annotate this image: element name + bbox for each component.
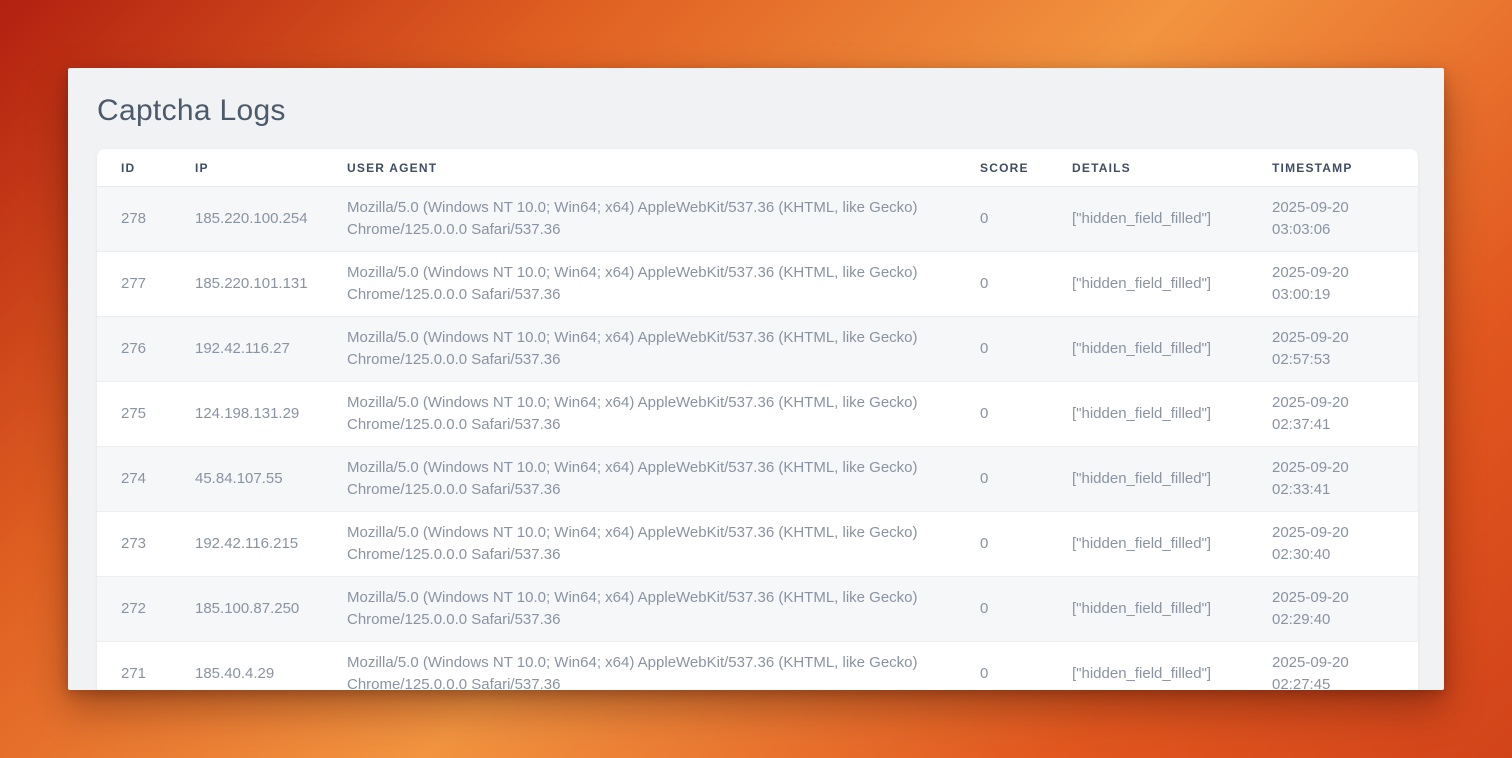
table-row: 271 185.40.4.29 Mozilla/5.0 (Windows NT … (97, 642, 1418, 691)
cell-id: 271 (97, 642, 171, 691)
cell-user-agent: Mozilla/5.0 (Windows NT 10.0; Win64; x64… (323, 577, 956, 642)
table-header: ID IP USER AGENT SCORE DETAILS TIMESTAMP (97, 149, 1418, 187)
cell-ip: 185.220.100.254 (171, 187, 323, 252)
cell-score: 0 (956, 187, 1048, 252)
logs-table: ID IP USER AGENT SCORE DETAILS TIMESTAMP… (97, 149, 1418, 690)
table-row: 273 192.42.116.215 Mozilla/5.0 (Windows … (97, 512, 1418, 577)
logs-table-container: ID IP USER AGENT SCORE DETAILS TIMESTAMP… (97, 149, 1418, 690)
table-row: 277 185.220.101.131 Mozilla/5.0 (Windows… (97, 252, 1418, 317)
cell-id: 277 (97, 252, 171, 317)
cell-user-agent: Mozilla/5.0 (Windows NT 10.0; Win64; x64… (323, 317, 956, 382)
column-header-ip: IP (171, 149, 323, 187)
captcha-logs-card: Captcha Logs ID IP USER AGENT SCORE DETA… (68, 68, 1444, 690)
cell-ip: 185.220.101.131 (171, 252, 323, 317)
cell-ip: 192.42.116.215 (171, 512, 323, 577)
cell-details: ["hidden_field_filled"] (1048, 642, 1248, 691)
cell-score: 0 (956, 512, 1048, 577)
cell-details: ["hidden_field_filled"] (1048, 577, 1248, 642)
cell-id: 276 (97, 317, 171, 382)
table-row: 278 185.220.100.254 Mozilla/5.0 (Windows… (97, 187, 1418, 252)
cell-details: ["hidden_field_filled"] (1048, 512, 1248, 577)
column-header-score: SCORE (956, 149, 1048, 187)
page-title: Captcha Logs (68, 68, 1444, 149)
cell-timestamp: 2025-09-20 02:33:41 (1248, 447, 1418, 512)
cell-ip: 192.42.116.27 (171, 317, 323, 382)
cell-score: 0 (956, 577, 1048, 642)
cell-id: 272 (97, 577, 171, 642)
cell-user-agent: Mozilla/5.0 (Windows NT 10.0; Win64; x64… (323, 642, 956, 691)
cell-details: ["hidden_field_filled"] (1048, 252, 1248, 317)
cell-details: ["hidden_field_filled"] (1048, 187, 1248, 252)
table-row: 274 45.84.107.55 Mozilla/5.0 (Windows NT… (97, 447, 1418, 512)
cell-score: 0 (956, 382, 1048, 447)
cell-timestamp: 2025-09-20 02:30:40 (1248, 512, 1418, 577)
cell-timestamp: 2025-09-20 02:27:45 (1248, 642, 1418, 691)
cell-ip: 185.40.4.29 (171, 642, 323, 691)
column-header-details: DETAILS (1048, 149, 1248, 187)
cell-details: ["hidden_field_filled"] (1048, 447, 1248, 512)
cell-details: ["hidden_field_filled"] (1048, 317, 1248, 382)
cell-timestamp: 2025-09-20 03:03:06 (1248, 187, 1418, 252)
cell-ip: 124.198.131.29 (171, 382, 323, 447)
cell-id: 275 (97, 382, 171, 447)
cell-ip: 45.84.107.55 (171, 447, 323, 512)
cell-id: 278 (97, 187, 171, 252)
cell-score: 0 (956, 447, 1048, 512)
cell-timestamp: 2025-09-20 02:29:40 (1248, 577, 1418, 642)
cell-score: 0 (956, 317, 1048, 382)
column-header-user-agent: USER AGENT (323, 149, 956, 187)
table-row: 272 185.100.87.250 Mozilla/5.0 (Windows … (97, 577, 1418, 642)
cell-details: ["hidden_field_filled"] (1048, 382, 1248, 447)
cell-timestamp: 2025-09-20 02:57:53 (1248, 317, 1418, 382)
cell-timestamp: 2025-09-20 03:00:19 (1248, 252, 1418, 317)
cell-user-agent: Mozilla/5.0 (Windows NT 10.0; Win64; x64… (323, 512, 956, 577)
cell-user-agent: Mozilla/5.0 (Windows NT 10.0; Win64; x64… (323, 382, 956, 447)
column-header-id: ID (97, 149, 171, 187)
cell-user-agent: Mozilla/5.0 (Windows NT 10.0; Win64; x64… (323, 447, 956, 512)
cell-ip: 185.100.87.250 (171, 577, 323, 642)
cell-score: 0 (956, 642, 1048, 691)
cell-user-agent: Mozilla/5.0 (Windows NT 10.0; Win64; x64… (323, 252, 956, 317)
table-body: 278 185.220.100.254 Mozilla/5.0 (Windows… (97, 187, 1418, 691)
cell-id: 273 (97, 512, 171, 577)
column-header-timestamp: TIMESTAMP (1248, 149, 1418, 187)
cell-timestamp: 2025-09-20 02:37:41 (1248, 382, 1418, 447)
cell-score: 0 (956, 252, 1048, 317)
cell-id: 274 (97, 447, 171, 512)
table-row: 275 124.198.131.29 Mozilla/5.0 (Windows … (97, 382, 1418, 447)
table-row: 276 192.42.116.27 Mozilla/5.0 (Windows N… (97, 317, 1418, 382)
cell-user-agent: Mozilla/5.0 (Windows NT 10.0; Win64; x64… (323, 187, 956, 252)
